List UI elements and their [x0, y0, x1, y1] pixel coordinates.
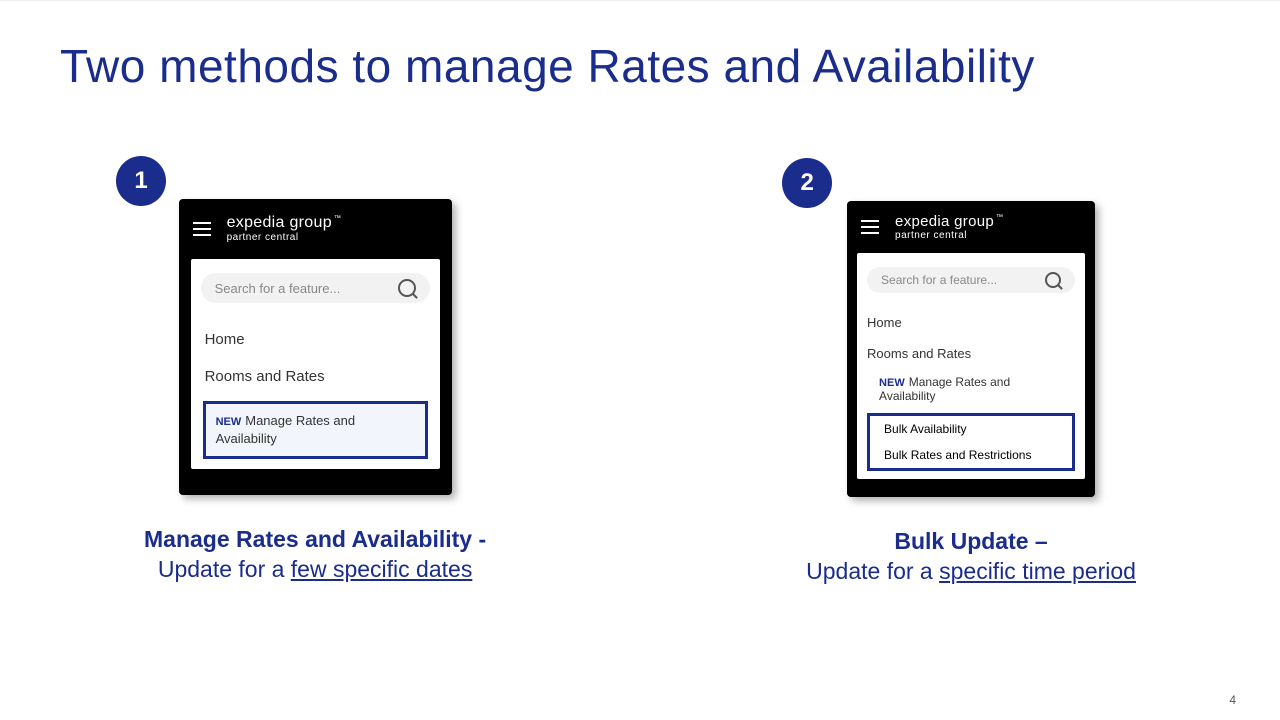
caption-2: Bulk Update – Update for a specific time…	[806, 527, 1136, 587]
search-icon[interactable]	[1045, 272, 1061, 288]
sub-manage[interactable]: NEWManage Rates and Availability	[865, 369, 1077, 409]
hamburger-icon[interactable]	[193, 222, 211, 236]
brand-sub: partner central	[895, 231, 1001, 241]
caption-1: Manage Rates and Availability - Update f…	[144, 525, 486, 585]
slide: Two methods to manage Rates and Availabi…	[0, 0, 1280, 720]
menu-rooms-rates[interactable]: Rooms and Rates	[201, 358, 430, 395]
caption-title: Manage Rates and Availability -	[144, 526, 486, 552]
highlighted-item[interactable]: NEWManage Rates and Availability	[203, 401, 428, 459]
menu: Home Rooms and Rates NEWManage Rates and…	[191, 311, 440, 463]
method-2: 2 expedia group partner central Search f…	[806, 161, 1136, 587]
phone-header: expedia group partner central	[179, 199, 452, 259]
method-1: 1 expedia group partner central Search f…	[144, 161, 486, 587]
sub-bulk-availability[interactable]: Bulk Availability	[870, 416, 1072, 442]
brand-sub: partner central	[227, 233, 340, 243]
new-badge: NEW	[879, 377, 905, 389]
phone-header: expedia group partner central	[847, 201, 1095, 253]
badge-2: 2	[782, 158, 832, 208]
columns: 1 expedia group partner central Search f…	[0, 161, 1280, 587]
brand-name: expedia group	[227, 215, 340, 231]
caption-title: Bulk Update –	[894, 528, 1047, 554]
phone-mock-2: expedia group partner central Search for…	[847, 201, 1095, 497]
badge-1: 1	[116, 156, 166, 206]
search-input[interactable]: Search for a feature...	[867, 267, 1075, 293]
caption-pre: Update for a	[158, 556, 291, 582]
brand: expedia group partner central	[227, 215, 340, 243]
slide-title: Two methods to manage Rates and Availabi…	[60, 39, 1035, 93]
menu-rooms-rates[interactable]: Rooms and Rates	[865, 338, 1077, 369]
search-placeholder: Search for a feature...	[881, 273, 997, 287]
highlighted-group: Bulk Availability Bulk Rates and Restric…	[867, 413, 1075, 471]
new-badge: NEW	[216, 416, 242, 428]
menu-home[interactable]: Home	[201, 321, 430, 358]
menu: Home Rooms and Rates NEWManage Rates and…	[857, 301, 1085, 473]
search-placeholder: Search for a feature...	[215, 281, 341, 296]
brand: expedia group partner central	[895, 214, 1001, 241]
panel: Search for a feature... Home Rooms and R…	[857, 253, 1085, 479]
sub-bulk-rates[interactable]: Bulk Rates and Restrictions	[870, 442, 1072, 468]
search-input[interactable]: Search for a feature...	[201, 273, 430, 303]
phone-mock-1: expedia group partner central Search for…	[179, 199, 452, 495]
page-number: 4	[1229, 693, 1236, 707]
caption-underline: few specific dates	[291, 556, 473, 582]
menu-home[interactable]: Home	[865, 307, 1077, 338]
caption-pre: Update for a	[806, 558, 939, 584]
search-icon[interactable]	[398, 279, 416, 297]
panel: Search for a feature... Home Rooms and R…	[191, 259, 440, 469]
hamburger-icon[interactable]	[861, 220, 879, 234]
caption-underline: specific time period	[939, 558, 1136, 584]
brand-name: expedia group	[895, 214, 1001, 229]
